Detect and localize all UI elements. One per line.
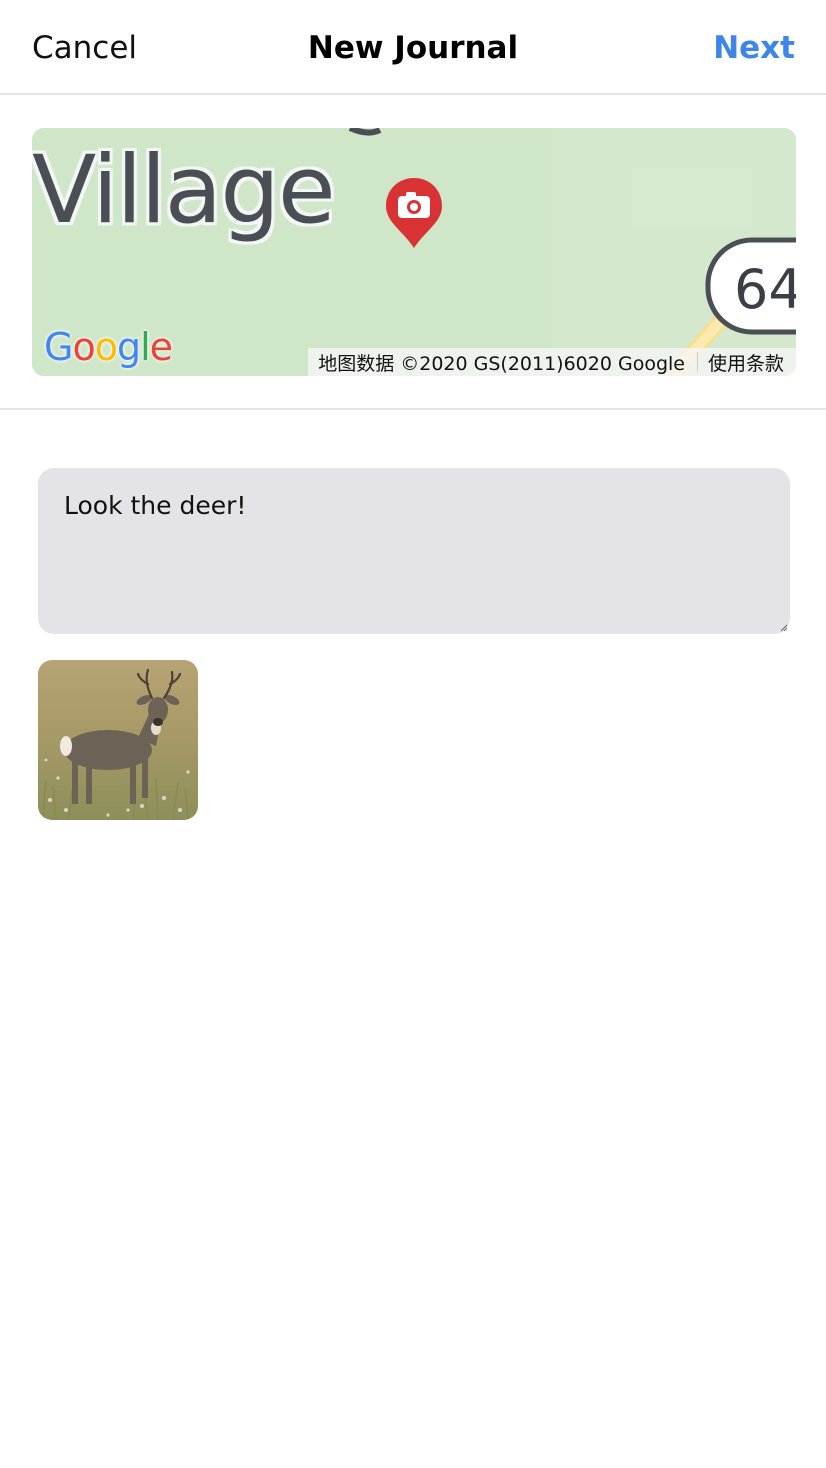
deer-photo: [38, 660, 198, 820]
terms-of-use-link[interactable]: 使用条款: [698, 349, 796, 376]
nav-header: Cancel New Journal Next: [0, 0, 826, 95]
resize-handle-icon[interactable]: [778, 622, 788, 632]
google-logo: Google: [44, 325, 173, 369]
road-number: 64: [734, 258, 796, 321]
road-shield-icon: 64: [705, 237, 796, 335]
map-attribution: 地图数据 ©2020 GS(2011)6020 Google 使用条款: [308, 348, 796, 376]
photo-thumbnail[interactable]: [38, 660, 198, 820]
camera-pin-icon[interactable]: [384, 176, 444, 250]
location-map[interactable]: Village 64 Google 地图数据 ©2020 GS(2011)602…: [32, 128, 796, 376]
section-divider: [0, 408, 826, 410]
map-place-label: Village: [32, 136, 336, 245]
journal-text-input[interactable]: Look the deer!: [38, 468, 790, 634]
page-title: New Journal: [307, 30, 519, 66]
next-button[interactable]: Next: [713, 29, 795, 67]
map-data-credit: 地图数据 ©2020 GS(2011)6020 Google: [318, 352, 685, 375]
journal-text-value: Look the deer!: [64, 491, 247, 520]
